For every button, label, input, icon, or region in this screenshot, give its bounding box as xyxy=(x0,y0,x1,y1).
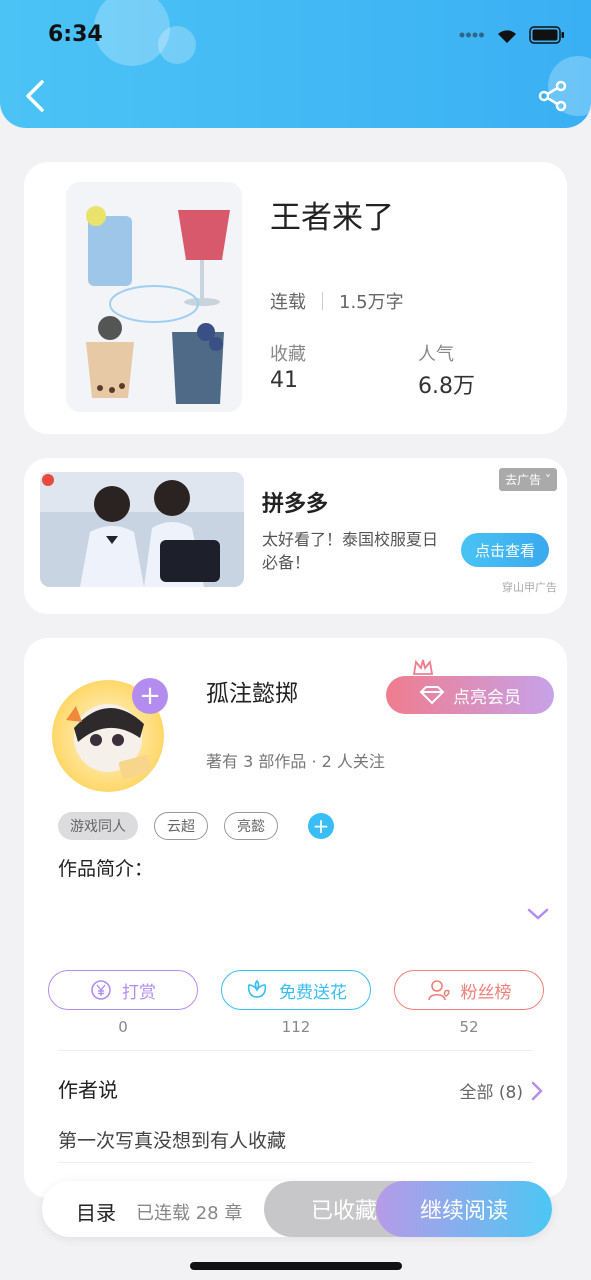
divider xyxy=(322,292,323,310)
fan-count: 52 xyxy=(459,1018,479,1036)
flower-count: 112 xyxy=(281,1018,311,1036)
vip-button-label: 点亮会员 xyxy=(453,687,521,708)
chapter-count: 已连载 28 章 xyxy=(136,1203,243,1224)
decor-bubble xyxy=(158,26,196,64)
share-icon[interactable] xyxy=(537,80,569,112)
author-card: + 孤注懿掷 点亮会员 著有 3 部作品 · 2 人关注 游戏同人 云超 亮懿 … xyxy=(24,638,567,1198)
diamond-icon xyxy=(419,686,445,705)
tag-item[interactable]: 亮懿 xyxy=(224,812,278,840)
divider xyxy=(58,1162,533,1163)
remove-ad-label: 去广告 xyxy=(505,473,542,487)
tag-list: 游戏同人 云超 亮懿 + xyxy=(58,812,334,840)
author-say-all-link[interactable]: 全部 (8) xyxy=(460,1078,543,1103)
back-icon[interactable] xyxy=(20,78,52,114)
author-say-label: 作者说 xyxy=(58,1078,118,1102)
add-tag-icon[interactable]: + xyxy=(308,813,334,839)
ad-card[interactable]: 拼多多 太好看了！泰国校服夏日必备！ 去广告 ˅ 点击查看 穿山甲广告 xyxy=(24,458,567,614)
ad-image[interactable] xyxy=(40,472,244,587)
flower-icon xyxy=(247,979,267,998)
decor-bubble xyxy=(94,0,170,66)
author-meta: 著有 3 部作品 · 2 人关注 xyxy=(206,752,385,771)
tag-item[interactable]: 云超 xyxy=(154,812,208,840)
battery-icon xyxy=(529,26,564,44)
book-cover[interactable] xyxy=(66,182,242,412)
divider xyxy=(58,1050,533,1051)
chevron-down-icon[interactable] xyxy=(526,906,550,922)
fan-rank-button[interactable]: 粉丝榜 xyxy=(394,970,544,1010)
author-say-all-label: 全部 (8) xyxy=(459,1083,523,1103)
ad-photo xyxy=(40,472,244,587)
ad-title: 拼多多 xyxy=(262,492,329,517)
continue-reading-button[interactable]: 继续阅读 xyxy=(376,1181,552,1237)
book-status-row: 连载 1.5万字 xyxy=(270,288,404,314)
flower-label: 免费送花 xyxy=(279,982,347,1003)
ad-description: 太好看了！泰国校服夏日必备！ xyxy=(262,530,439,572)
fans-icon xyxy=(427,980,450,1001)
popularity-value: 6.8万 xyxy=(418,374,475,399)
status-icons xyxy=(459,26,565,44)
crown-icon xyxy=(412,659,434,675)
cover-art xyxy=(66,182,242,412)
tip-label: 打赏 xyxy=(122,982,156,1003)
status-time: 6:34 xyxy=(48,22,103,47)
flower-button[interactable]: 免费送花 xyxy=(221,970,371,1010)
author-name: 孤注懿掷 xyxy=(206,681,298,707)
bottom-bar: 目录 已连载 28 章 已收藏 继续阅读 xyxy=(42,1181,552,1237)
tip-count: 0 xyxy=(118,1018,128,1036)
book-title: 王者来了 xyxy=(270,200,394,236)
word-count: 1.5万字 xyxy=(339,292,404,313)
tag-item[interactable]: 游戏同人 xyxy=(58,812,138,840)
follow-plus-icon[interactable]: + xyxy=(132,678,168,714)
book-info-card: 王者来了 连载 1.5万字 收藏 41 人气 6.8万 xyxy=(24,162,567,434)
intro-label: 作品简介： xyxy=(58,858,154,880)
chevron-right-icon xyxy=(531,1081,543,1100)
fan-rank-label: 粉丝榜 xyxy=(460,982,512,1003)
signal-icon xyxy=(459,32,484,38)
remove-ad-tag[interactable]: 去广告 ˅ xyxy=(499,468,557,491)
wifi-icon xyxy=(498,30,516,43)
header: 6:34 xyxy=(0,0,591,128)
favorites-label: 收藏 xyxy=(270,344,306,365)
tip-button[interactable]: 打赏 xyxy=(48,970,198,1010)
popularity-label: 人气 xyxy=(418,344,454,365)
author-say-text: 第一次写真没想到有人收藏 xyxy=(58,1130,287,1152)
serial-status: 连载 xyxy=(270,292,306,313)
toc-button[interactable]: 目录 xyxy=(76,1197,116,1226)
ad-view-button[interactable]: 点击查看 xyxy=(461,533,549,567)
yen-icon xyxy=(91,980,111,1000)
favorites-value: 41 xyxy=(270,368,298,393)
home-indicator xyxy=(190,1262,402,1270)
ad-source: 穿山甲广告 xyxy=(502,581,557,594)
vip-button[interactable]: 点亮会员 xyxy=(386,676,554,714)
